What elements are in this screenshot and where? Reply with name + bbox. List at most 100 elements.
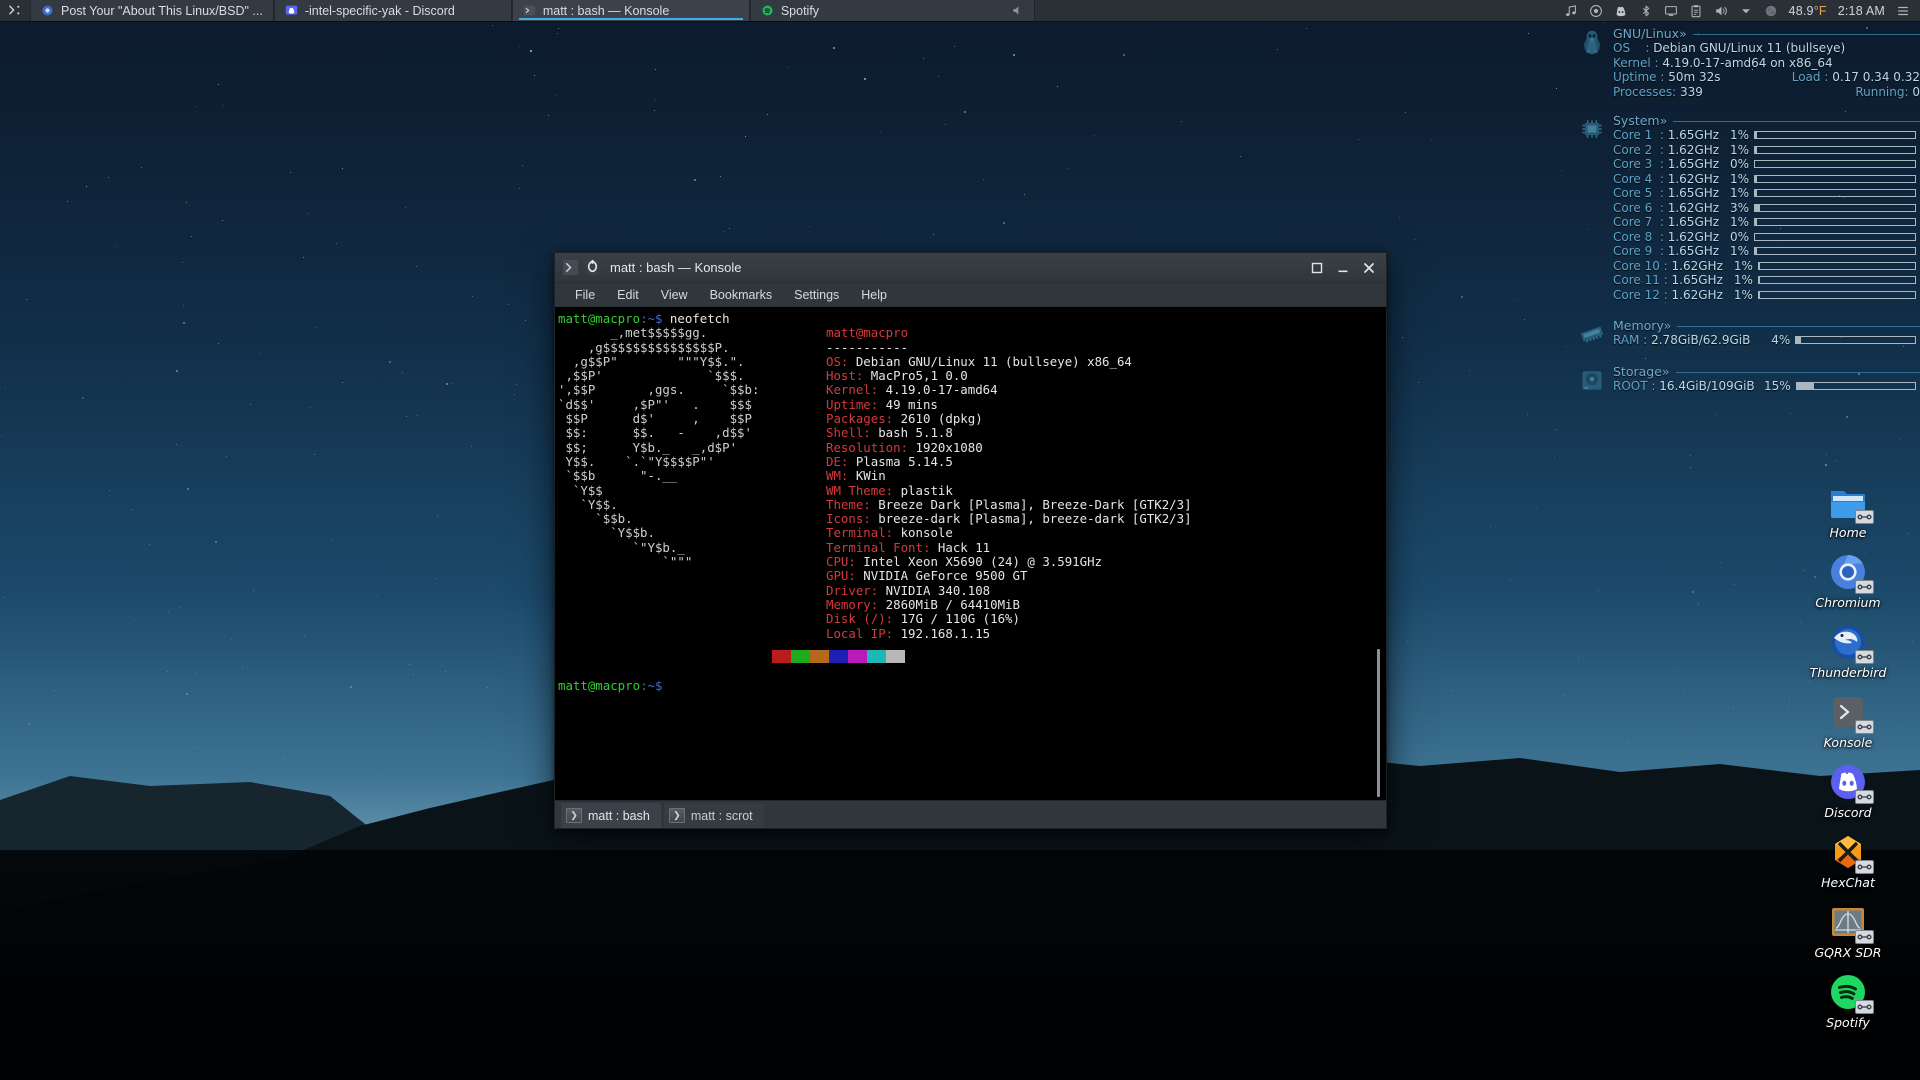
taskbar[interactable]: Post Your "About This Linux/BSD" ... -int… <box>0 0 1920 22</box>
conky-core-freq: 1.62GHz <box>1671 287 1723 302</box>
star <box>26 299 27 300</box>
star <box>1554 457 1555 458</box>
star <box>1418 382 1419 383</box>
record-icon[interactable] <box>1589 4 1603 18</box>
konsole-icon <box>523 5 536 16</box>
terminal-prompt-icon <box>562 259 579 276</box>
star <box>1845 111 1846 112</box>
konsole-tab[interactable]: ❯ matt : scrot <box>663 803 764 828</box>
star <box>964 111 966 113</box>
terminal-final-prompt[interactable]: matt@macpro:~$ <box>558 677 1371 693</box>
conky-uptime-value: 50m 32s <box>1668 70 1721 84</box>
star <box>1402 337 1403 338</box>
menu-item-edit[interactable]: Edit <box>606 286 650 304</box>
taskbar-task-button[interactable]: -intel-specific-yak - Discord <box>273 0 512 21</box>
menu-item-settings[interactable]: Settings <box>783 286 850 304</box>
desktop-icon-hexchat[interactable]: HexChat <box>1796 832 1900 890</box>
konsole-menubar[interactable]: File Edit View Bookmarks Settings Help <box>555 283 1386 307</box>
taskbar-task-button[interactable]: Spotify <box>749 0 1035 21</box>
volume-icon[interactable] <box>1714 4 1728 18</box>
menu-item-file[interactable]: File <box>564 286 606 304</box>
chevron-down-icon[interactable] <box>1739 4 1753 18</box>
volume-icon <box>1013 6 1019 15</box>
close-button[interactable] <box>1362 261 1376 275</box>
task-button-list[interactable]: Post Your "About This Linux/BSD" ... -int… <box>30 0 1035 21</box>
star <box>437 515 438 516</box>
menu-item-view[interactable]: View <box>650 286 699 304</box>
conky-storage-block: Storage» ROOT : 16.4GiB/109GiB 15% <box>1575 364 1920 394</box>
star <box>1094 135 1095 136</box>
prompt-user: matt@macpro <box>558 677 641 693</box>
star <box>519 46 520 47</box>
star <box>492 25 493 26</box>
conky-gnulinux-title: GNU/Linux» <box>1613 26 1920 41</box>
bluetooth-icon[interactable] <box>1639 4 1653 18</box>
taskbar-task-label: Post Your "About This Linux/BSD" ... <box>61 3 263 18</box>
star <box>514 394 515 395</box>
conky-core-percent: 3% <box>1730 200 1750 215</box>
terminal-scrollbar[interactable] <box>1371 307 1386 800</box>
neofetch-line: _,met$$$$$gg. matt@macpro <box>558 325 1371 340</box>
conky-root-percent: 15% <box>1763 378 1791 393</box>
neofetch-key: Packages: <box>826 411 894 427</box>
clipboard-icon[interactable] <box>1689 4 1703 18</box>
star <box>187 488 189 490</box>
application-launcher-button[interactable] <box>0 0 30 21</box>
taskbar-task-button[interactable]: matt : bash — Konsole <box>511 0 750 21</box>
desktop-icon-konsole[interactable]: Konsole <box>1796 692 1900 750</box>
konsole-titlebar[interactable]: matt : bash — Konsole <box>555 253 1386 283</box>
discord-icon[interactable] <box>1614 4 1628 18</box>
star <box>417 415 418 416</box>
desktop-icon-spotify[interactable]: Spotify <box>1796 972 1900 1030</box>
desktop-icon-label: Konsole <box>1823 735 1873 750</box>
neofetch-key: Driver: <box>826 582 879 598</box>
star <box>833 47 835 49</box>
menu-item-bookmarks[interactable]: Bookmarks <box>699 286 784 304</box>
browser-icon <box>42 5 53 16</box>
neofetch-key: Memory: <box>826 596 879 612</box>
desktop-icon-home[interactable]: Home <box>1796 482 1900 540</box>
system-tray[interactable]: 48.9°F 2:18 AM <box>1556 0 1920 21</box>
conky-kernel-sep: : <box>1650 55 1663 70</box>
desktop-icon-gqrx-sdr[interactable]: GQRX SDR <box>1796 902 1900 960</box>
terminal-prompt-icon: ❯ <box>566 808 582 823</box>
konsole-window[interactable]: matt : bash — Konsole File Edit View Bookma… <box>554 252 1387 829</box>
minimize-button[interactable] <box>1336 261 1350 275</box>
konsole-icon <box>1828 692 1874 734</box>
music-note-icon[interactable] <box>1564 4 1578 18</box>
conky-core-percent: 1% <box>1730 171 1750 186</box>
konsole-tab[interactable]: ❯ matt : bash <box>561 803 661 828</box>
konsole-tabbar[interactable]: ❯ matt : bash ❯ matt : scrot <box>555 800 1386 828</box>
neofetch-value: breeze-dark [Plasma], breeze-dark [GTK2/… <box>870 511 1192 527</box>
conky-core-bar <box>1757 261 1916 270</box>
display-icon[interactable] <box>1664 4 1678 18</box>
neofetch-ascii-line: ',$$P ,ggs. `$$b: <box>558 382 760 398</box>
maximize-button[interactable] <box>1310 261 1324 275</box>
conky-core-label: Core 2 <box>1613 142 1657 157</box>
weather-moon-icon[interactable] <box>1764 4 1778 18</box>
neofetch-value: bash 5.1.8 <box>870 425 953 441</box>
neofetch-value: 2860MiB / 64410MiB <box>878 596 1020 612</box>
prompt-path: :~$ <box>640 311 663 326</box>
konsole-terminal-area[interactable]: matt@macpro:~$ neofetch _,met$$$$$gg. mat… <box>555 307 1386 800</box>
star <box>109 490 110 491</box>
neofetch-value: 192.168.1.15 <box>893 625 991 641</box>
neofetch-key: Theme: <box>826 496 871 512</box>
conky-system-title: System» <box>1613 113 1920 128</box>
desktop-icon-chromium[interactable]: Chromium <box>1796 552 1900 610</box>
desktop-icon-thunderbird[interactable]: Thunderbird <box>1796 622 1900 680</box>
desktop-icon-discord[interactable]: Discord <box>1796 762 1900 820</box>
terminal-output[interactable]: matt@macpro:~$ neofetch _,met$$$$$gg. mat… <box>555 307 1371 800</box>
scrollbar-thumb[interactable] <box>1377 649 1380 797</box>
desktop[interactable]: GNU/Linux» OS : Debian GNU/Linux 11 (bul… <box>0 0 1920 1080</box>
clock[interactable]: 2:18 AM <box>1838 4 1885 18</box>
taskbar-task-button[interactable]: Post Your "About This Linux/BSD" ... <box>30 0 274 21</box>
neofetch-output: _,met$$$$$gg. matt@macpro ,g$$$$$$$$$$$$$… <box>558 325 1371 641</box>
weather-temperature[interactable]: 48.9°F <box>1789 4 1827 18</box>
menu-item-help[interactable]: Help <box>850 286 898 304</box>
star <box>416 266 417 267</box>
hamburger-icon[interactable] <box>1896 4 1910 18</box>
star <box>108 177 109 178</box>
star <box>307 213 308 214</box>
neofetch-key: Terminal Font: <box>826 539 931 555</box>
